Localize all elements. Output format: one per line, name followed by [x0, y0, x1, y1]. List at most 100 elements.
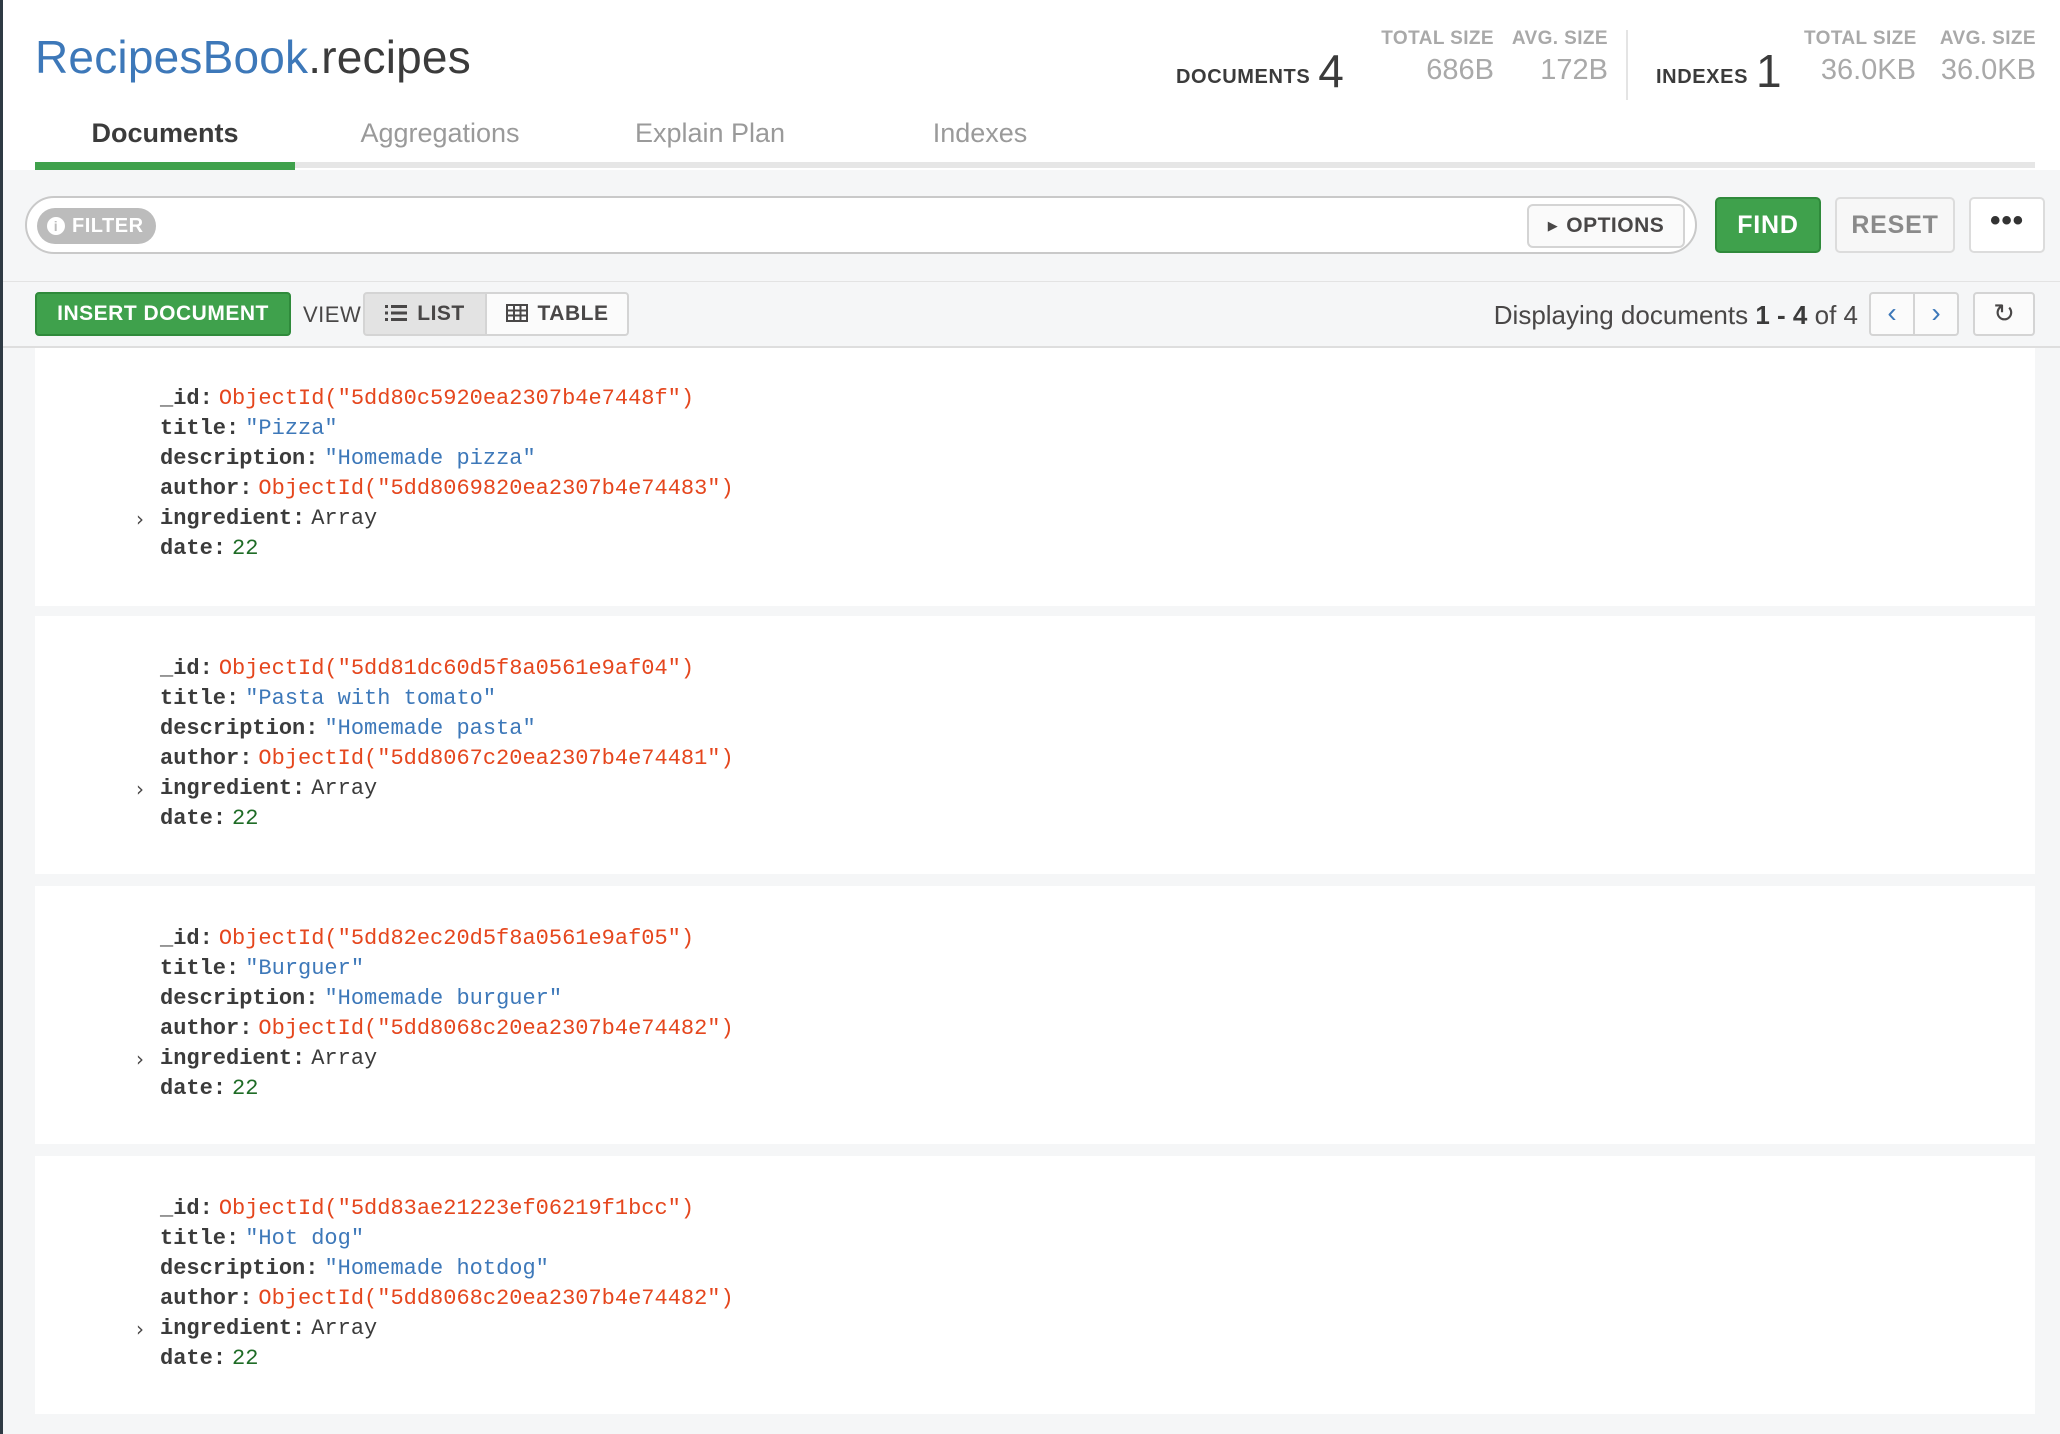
chevron-left-icon: ‹: [1887, 297, 1897, 328]
options-button[interactable]: ▶ OPTIONS: [1527, 204, 1685, 248]
indexes-avg-size: 36.0KB: [1940, 54, 2036, 86]
field-author: author: ObjectId("5dd8068c20ea2307b4e7448…: [160, 1286, 734, 1311]
document-card[interactable]: _id: ObjectId("5dd82ec20d5f8a0561e9af05")…: [35, 886, 2035, 1144]
documents-stats: DOCUMENTS 4 TOTAL SIZE 686B AVG. SIZE 172…: [1176, 28, 1608, 98]
expand-chevron-icon[interactable]: ›: [136, 507, 144, 531]
field-value[interactable]: ObjectId("5dd8067c20ea2307b4e74481"): [258, 746, 733, 771]
field-key: date: [160, 536, 213, 561]
view-table-label: TABLE: [537, 302, 609, 325]
field-title: title: "Burguer": [160, 956, 365, 981]
view-label: VIEW: [303, 302, 362, 327]
field-key: ingredient: [160, 506, 293, 531]
field-description: description: "Homemade pasta": [160, 716, 536, 741]
next-page-button[interactable]: ›: [1913, 292, 1959, 336]
filter-pill[interactable]: i FILTER: [37, 208, 156, 244]
document-card[interactable]: _id: ObjectId("5dd80c5920ea2307b4e7448f")…: [35, 348, 2035, 606]
field-date: date: 22: [160, 806, 259, 831]
field-key: date: [160, 806, 213, 831]
field-key: ingredient: [160, 1046, 293, 1071]
documents-count-label: DOCUMENTS: [1176, 66, 1311, 88]
field-value[interactable]: "Burguer": [245, 956, 364, 981]
field-value[interactable]: ObjectId("5dd81dc60d5f8a0561e9af04"): [219, 656, 694, 681]
field-value[interactable]: Array: [311, 776, 377, 801]
refresh-icon: ↻: [1993, 298, 2015, 328]
query-bar: i FILTER ▶ OPTIONS FIND RESET •••: [3, 170, 2060, 282]
app-window: RecipesBook.recipes DOCUMENTS 4 TOTAL SIZ…: [0, 0, 2060, 1434]
field-value[interactable]: Array: [311, 1046, 377, 1071]
field-value[interactable]: Array: [311, 506, 377, 531]
table-icon: [505, 296, 528, 336]
tab-documents[interactable]: Documents: [35, 110, 295, 170]
document-card[interactable]: _id: ObjectId("5dd83ae21223ef06219f1bcc")…: [35, 1156, 2035, 1414]
field-description: description: "Homemade hotdog": [160, 1256, 549, 1281]
field-value[interactable]: ObjectId("5dd8068c20ea2307b4e74482"): [258, 1016, 733, 1041]
document-list: _id: ObjectId("5dd80c5920ea2307b4e7448f")…: [3, 348, 2060, 1434]
field-value[interactable]: 22: [232, 1346, 258, 1371]
field-value[interactable]: 22: [232, 536, 258, 561]
expand-chevron-icon[interactable]: ›: [136, 1047, 144, 1071]
field-ingredient: › ingredient: Array: [136, 776, 378, 801]
tab-aggregations[interactable]: Aggregations: [305, 110, 575, 170]
more-options-button[interactable]: •••: [1969, 197, 2045, 253]
field-author: author: ObjectId("5dd8069820ea2307b4e7448…: [160, 476, 734, 501]
field-description: description: "Homemade burguer": [160, 986, 563, 1011]
insert-document-button[interactable]: INSERT DOCUMENT: [35, 292, 291, 336]
documents-toolbar: INSERT DOCUMENT VIEW LIST TABLE Displayi…: [3, 282, 2060, 348]
filter-label: FILTER: [72, 215, 144, 237]
field-value[interactable]: "Pasta with tomato": [245, 686, 496, 711]
field-value[interactable]: ObjectId("5dd8068c20ea2307b4e74482"): [258, 1286, 733, 1311]
field-key: author: [160, 476, 240, 501]
field-key: title: [160, 1226, 227, 1251]
field-value[interactable]: "Pizza": [245, 416, 337, 441]
field-ingredient: › ingredient: Array: [136, 1316, 378, 1341]
field-value[interactable]: "Homemade pasta": [324, 716, 535, 741]
field-key: author: [160, 746, 240, 771]
filter-input[interactable]: [167, 206, 1527, 246]
chevron-right-icon: ›: [1931, 297, 1941, 328]
field-id: _id: ObjectId("5dd83ae21223ef06219f1bcc"): [160, 1196, 695, 1221]
documents-avg-size: 172B: [1540, 54, 1608, 86]
field-value[interactable]: Array: [311, 1316, 377, 1341]
document-card[interactable]: _id: ObjectId("5dd81dc60d5f8a0561e9af04")…: [35, 616, 2035, 874]
refresh-button[interactable]: ↻: [1973, 292, 2035, 336]
expand-chevron-icon[interactable]: ›: [136, 1317, 144, 1341]
field-title: title: "Pizza": [160, 416, 338, 441]
list-icon: [385, 296, 408, 336]
field-author: author: ObjectId("5dd8067c20ea2307b4e7448…: [160, 746, 734, 771]
field-value[interactable]: "Hot dog": [245, 1226, 364, 1251]
field-key: description: [160, 1256, 306, 1281]
database-name[interactable]: RecipesBook: [35, 31, 308, 83]
field-value[interactable]: "Homemade hotdog": [324, 1256, 548, 1281]
indexes-stats: INDEXES 1 TOTAL SIZE 36.0KB AVG. SIZE 36.…: [1656, 28, 2036, 98]
field-value[interactable]: 22: [232, 1076, 258, 1101]
field-value[interactable]: ObjectId("5dd82ec20d5f8a0561e9af05"): [219, 926, 694, 951]
view-list-button[interactable]: LIST: [363, 292, 487, 336]
field-key: date: [160, 1076, 213, 1101]
tab-indexes[interactable]: Indexes: [845, 110, 1115, 170]
field-key: description: [160, 986, 306, 1011]
view-table-button[interactable]: TABLE: [485, 292, 629, 336]
reset-button[interactable]: RESET: [1835, 197, 1955, 253]
field-value[interactable]: 22: [232, 806, 258, 831]
find-button[interactable]: FIND: [1715, 197, 1821, 253]
field-key: author: [160, 1016, 240, 1041]
field-title: title: "Pasta with tomato": [160, 686, 497, 711]
previous-page-button[interactable]: ‹: [1869, 292, 1915, 336]
field-ingredient: › ingredient: Array: [136, 1046, 378, 1071]
field-value[interactable]: "Homemade burguer": [324, 986, 562, 1011]
field-value[interactable]: "Homemade pizza": [324, 446, 535, 471]
filter-box: i FILTER ▶ OPTIONS: [25, 196, 1697, 254]
field-value[interactable]: ObjectId("5dd80c5920ea2307b4e7448f"): [219, 386, 694, 411]
field-key: title: [160, 686, 227, 711]
field-id: _id: ObjectId("5dd81dc60d5f8a0561e9af04"): [160, 656, 695, 681]
field-key: _id: [160, 386, 200, 411]
field-key: _id: [160, 926, 200, 951]
tab-explain-plan[interactable]: Explain Plan: [575, 110, 845, 170]
field-value[interactable]: ObjectId("5dd83ae21223ef06219f1bcc"): [219, 1196, 694, 1221]
field-key: title: [160, 416, 227, 441]
field-ingredient: › ingredient: Array: [136, 506, 378, 531]
documents-avg-size-label: AVG. SIZE: [1511, 28, 1608, 49]
display-prefix: Displaying documents: [1493, 300, 1749, 330]
expand-chevron-icon[interactable]: ›: [136, 777, 144, 801]
field-value[interactable]: ObjectId("5dd8069820ea2307b4e74483"): [258, 476, 733, 501]
